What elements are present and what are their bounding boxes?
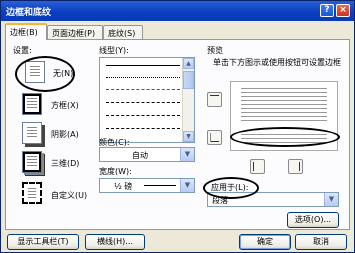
preview-hint: 单击下方图示或使用按钮可设置边框 <box>213 58 341 67</box>
settings-label: 设置: <box>13 46 32 55</box>
line-style-dotted[interactable] <box>106 77 180 78</box>
chevron-down-icon[interactable]: ▼ <box>324 193 338 206</box>
line-style-solid[interactable] <box>106 65 180 66</box>
line-style-dashed[interactable] <box>106 102 180 103</box>
borders-and-shading-dialog: 边框和底纹 ? × 边框(B) 页面边框(P) 底纹(S) 设置: 无(N) 方… <box>0 0 355 253</box>
show-toolbar-label: 显示工具栏(T) <box>17 237 69 246</box>
preview-label: 预览 <box>207 46 223 55</box>
apply-to-value: 段落 <box>212 196 228 205</box>
apply-to-select[interactable]: 段落 ▼ <box>207 192 339 207</box>
3d-border-icon[interactable] <box>22 151 42 173</box>
tab-page-border-label: 页面边框(P) <box>52 29 96 38</box>
title-bar: 边框和底纹 <box>1 1 354 21</box>
line-style-dash-dot[interactable] <box>106 115 180 116</box>
tab-shading[interactable]: 底纹(S) <box>103 25 143 40</box>
setting-none-label[interactable]: 无(N) <box>53 68 73 79</box>
width-line-sample <box>144 185 176 186</box>
color-dropdown-glyph: ▼ <box>184 150 191 158</box>
top-border-button[interactable] <box>207 92 222 107</box>
tab-borders-label: 边框(B) <box>10 28 38 37</box>
help-button[interactable]: ? <box>320 4 334 17</box>
preview-text-lines-bottom <box>241 134 327 146</box>
width-value: ½ 磅 <box>114 182 133 191</box>
dialog-title: 边框和底纹 <box>6 7 52 18</box>
tab-shading-label: 底纹(S) <box>108 29 136 38</box>
scroll-down-button[interactable]: ▼ <box>183 131 194 142</box>
setting-box-label[interactable]: 方框(X) <box>51 100 79 111</box>
down-arrow-icon: ▼ <box>186 133 191 140</box>
help-icon: ? <box>324 5 330 15</box>
scroll-thumb[interactable] <box>183 71 194 89</box>
show-toolbar-button[interactable]: 显示工具栏(T) <box>7 234 79 250</box>
chevron-down-icon[interactable]: ▼ <box>180 148 194 161</box>
line-style-dashed-short[interactable] <box>106 89 180 90</box>
color-value: 自动 <box>132 151 148 160</box>
setting-3d-label[interactable]: 三维(D) <box>51 158 79 169</box>
width-select[interactable]: ½ 磅 ▼ <box>99 178 195 193</box>
bottom-border-button[interactable] <box>207 130 222 145</box>
width-label: 宽度(W): <box>99 167 132 176</box>
color-select[interactable]: 自动 ▼ <box>99 147 195 162</box>
horizontal-line-button[interactable]: 横线(H)... <box>85 234 145 250</box>
no-border-icon[interactable] <box>25 61 45 83</box>
close-button[interactable]: × <box>336 4 350 17</box>
up-arrow-icon: ▲ <box>186 60 191 67</box>
tab-borders[interactable]: 边框(B) <box>5 23 47 40</box>
line-style-label: 线型(Y): <box>99 46 129 55</box>
shadow-border-icon[interactable] <box>22 122 42 144</box>
preview-text-lines <box>241 88 327 124</box>
left-border-button[interactable] <box>250 159 265 174</box>
apply-to-dropdown-glyph: ▼ <box>328 195 335 203</box>
custom-border-icon[interactable] <box>22 182 42 204</box>
preview-area[interactable] <box>230 81 338 151</box>
close-icon: × <box>339 5 347 15</box>
setting-custom-label[interactable]: 自定义(U) <box>51 190 87 201</box>
line-style-dash-dot-dot[interactable] <box>106 128 180 129</box>
options-button[interactable]: 选项(O)... <box>287 212 339 228</box>
setting-shadow-label[interactable]: 阴影(A) <box>51 129 79 140</box>
width-dropdown-glyph: ▼ <box>184 181 191 189</box>
tab-page-border[interactable]: 页面边框(P) <box>47 25 103 40</box>
cancel-button-label: 取消 <box>313 237 329 246</box>
options-button-label: 选项(O)... <box>294 215 332 224</box>
scroll-up-button[interactable]: ▲ <box>183 58 194 69</box>
ok-button[interactable]: 确定 <box>239 234 291 250</box>
chevron-down-icon[interactable]: ▼ <box>180 179 194 192</box>
ok-button-label: 确定 <box>257 237 273 246</box>
horizontal-line-label: 横线(H)... <box>97 237 133 246</box>
line-style-scrollbar[interactable]: ▲ ▼ <box>182 58 194 142</box>
line-style-list[interactable]: ▲ ▼ <box>99 57 195 143</box>
cancel-button[interactable]: 取消 <box>295 234 347 250</box>
box-border-icon[interactable] <box>22 93 42 115</box>
right-border-button[interactable] <box>288 159 303 174</box>
